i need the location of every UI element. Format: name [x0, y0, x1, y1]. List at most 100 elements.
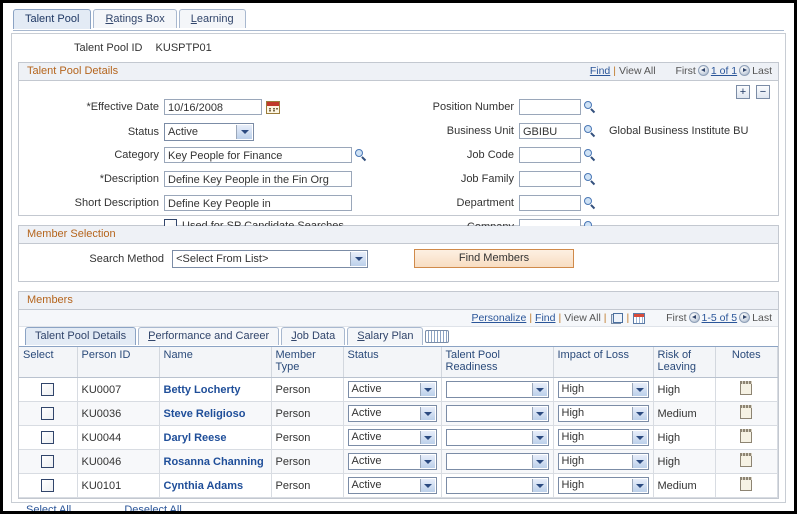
chevron-down-icon: [631, 479, 647, 492]
add-row-button[interactable]: +: [735, 85, 750, 99]
impact-of-loss-select[interactable]: High: [557, 429, 649, 446]
chevron-down-icon: [531, 455, 547, 468]
select-all-link[interactable]: Select All: [26, 504, 71, 511]
description-input[interactable]: Define Key People in the Fin Org: [164, 171, 352, 187]
delete-row-button[interactable]: −: [756, 85, 770, 99]
status-select[interactable]: Active: [347, 429, 437, 446]
talent-pool-readiness-select[interactable]: [445, 405, 549, 422]
row-select-checkbox[interactable]: [41, 383, 55, 396]
talent-pool-readiness-select[interactable]: [445, 477, 549, 494]
cell-select: [19, 425, 78, 450]
impact-of-loss-select[interactable]: High: [557, 453, 649, 470]
cell-impact-of-loss: High: [553, 425, 654, 450]
field-row-category: Category Key People for Finance: [19, 147, 409, 168]
person-name-link[interactable]: Rosanna Channing: [164, 456, 264, 468]
position-number-input[interactable]: [519, 99, 581, 115]
talent-pool-readiness-select[interactable]: [445, 453, 549, 470]
notes-icon[interactable]: [740, 477, 753, 491]
status-select[interactable]: Active: [347, 453, 437, 470]
details-view-all-link[interactable]: View All: [619, 65, 656, 77]
grid-first-label: First: [666, 312, 687, 324]
lookup-search-icon[interactable]: [584, 196, 597, 210]
business-unit-input[interactable]: GBIBU: [519, 123, 581, 139]
grid-previous-icon[interactable]: [688, 312, 700, 323]
grid-find-link[interactable]: Find: [535, 312, 555, 324]
person-name-link[interactable]: Cynthia Adams: [164, 480, 244, 492]
deselect-all-link[interactable]: Deselect All: [124, 504, 181, 511]
grid-tab-performance-and-career[interactable]: Performance and Career: [138, 327, 280, 345]
effective-date-input[interactable]: 10/16/2008: [164, 99, 262, 115]
download-spreadsheet-icon[interactable]: [633, 312, 646, 324]
grid-tab-talent-pool-details[interactable]: Talent Pool Details: [25, 327, 137, 345]
notes-icon[interactable]: [740, 405, 753, 419]
notes-icon[interactable]: [740, 453, 753, 467]
lookup-search-icon[interactable]: [355, 148, 368, 162]
job-code-input[interactable]: [519, 147, 581, 163]
person-name-link[interactable]: Betty Locherty: [164, 384, 241, 396]
impact-of-loss-select[interactable]: High: [557, 405, 649, 422]
talent-pool-readiness-select[interactable]: [445, 381, 549, 398]
lookup-search-icon[interactable]: [584, 100, 597, 114]
expand-icon[interactable]: [610, 312, 623, 324]
status-select[interactable]: Active: [164, 123, 254, 141]
previous-row-icon[interactable]: [697, 65, 709, 76]
tab-talent-pool[interactable]: Talent Pool: [13, 9, 92, 29]
grid-next-icon[interactable]: [739, 312, 751, 323]
cell-risk-of-leaving: High: [653, 377, 716, 402]
search-method-select[interactable]: <Select From List>: [172, 250, 369, 268]
lookup-search-icon[interactable]: [584, 124, 597, 138]
cell-status: Active: [343, 425, 442, 450]
row-select-checkbox[interactable]: [41, 455, 55, 468]
cell-risk-of-leaving: Medium: [653, 401, 716, 426]
column-header-notes: Notes: [715, 347, 778, 378]
lookup-search-icon[interactable]: [584, 172, 597, 186]
details-row-counter: 1 of 1: [710, 65, 738, 77]
chevron-down-icon: [631, 407, 647, 420]
chevron-down-icon: [531, 431, 547, 444]
row-select-checkbox[interactable]: [41, 407, 55, 420]
label-job-family: Job Family: [460, 173, 514, 185]
page-body: Talent Pool ID KUSPTP01 Talent Pool Deta…: [11, 33, 786, 511]
notes-icon[interactable]: [740, 381, 753, 395]
column-header-status: Status: [343, 347, 442, 378]
find-members-button[interactable]: Find Members: [414, 249, 574, 268]
tab-ratings-box[interactable]: Ratings Box: [93, 9, 177, 28]
show-next-tab-icon[interactable]: [425, 330, 450, 343]
row-select-checkbox[interactable]: [41, 431, 55, 444]
calendar-icon[interactable]: [266, 100, 280, 114]
status-select[interactable]: Active: [347, 405, 437, 422]
details-find-link[interactable]: Find: [590, 65, 610, 77]
talent-pool-readiness-select[interactable]: [445, 429, 549, 446]
search-method-row: Search Method <Select From List>: [19, 250, 778, 268]
lookup-search-icon[interactable]: [584, 148, 597, 162]
status-select[interactable]: Active: [347, 381, 437, 398]
search-method-value: <Select From List>: [176, 253, 269, 265]
business-unit-description: Global Business Institute BU: [609, 125, 749, 137]
short-description-input[interactable]: Define Key People in: [164, 195, 352, 211]
category-input[interactable]: Key People for Finance: [164, 147, 352, 163]
cell-select: [19, 473, 78, 498]
next-row-icon[interactable]: [739, 65, 751, 76]
talent-pool-id-value: KUSPTP01: [155, 42, 212, 54]
personalize-link[interactable]: Personalize: [471, 312, 526, 324]
impact-of-loss-select[interactable]: High: [557, 381, 649, 398]
grid-tab-job-data[interactable]: Job Data: [281, 327, 346, 345]
members-table-head: Select Person ID Name Member Type Status Tale…: [19, 347, 778, 378]
person-name-link[interactable]: Daryl Reese: [164, 432, 227, 444]
impact-of-loss-select[interactable]: High: [557, 477, 649, 494]
grid-view-all-link[interactable]: View All: [564, 312, 601, 324]
column-header-risk-of-leaving: Risk of Leaving: [653, 347, 716, 378]
field-row-effective-date: *Effective Date 10/16/2008: [19, 99, 409, 120]
cell-person-id: KU0007: [77, 377, 160, 402]
label-business-unit: Business Unit: [446, 125, 514, 137]
department-input[interactable]: [519, 195, 581, 211]
person-name-link[interactable]: Steve Religioso: [164, 408, 246, 420]
status-select[interactable]: Active: [347, 477, 437, 494]
cell-select: [19, 449, 78, 474]
notes-icon[interactable]: [740, 429, 753, 443]
row-select-checkbox[interactable]: [41, 479, 55, 492]
tab-learning[interactable]: Learning: [178, 9, 246, 28]
cell-talent-pool-readiness: [441, 425, 554, 450]
grid-tab-salary-plan[interactable]: Salary Plan: [347, 327, 424, 345]
job-family-input[interactable]: [519, 171, 581, 187]
